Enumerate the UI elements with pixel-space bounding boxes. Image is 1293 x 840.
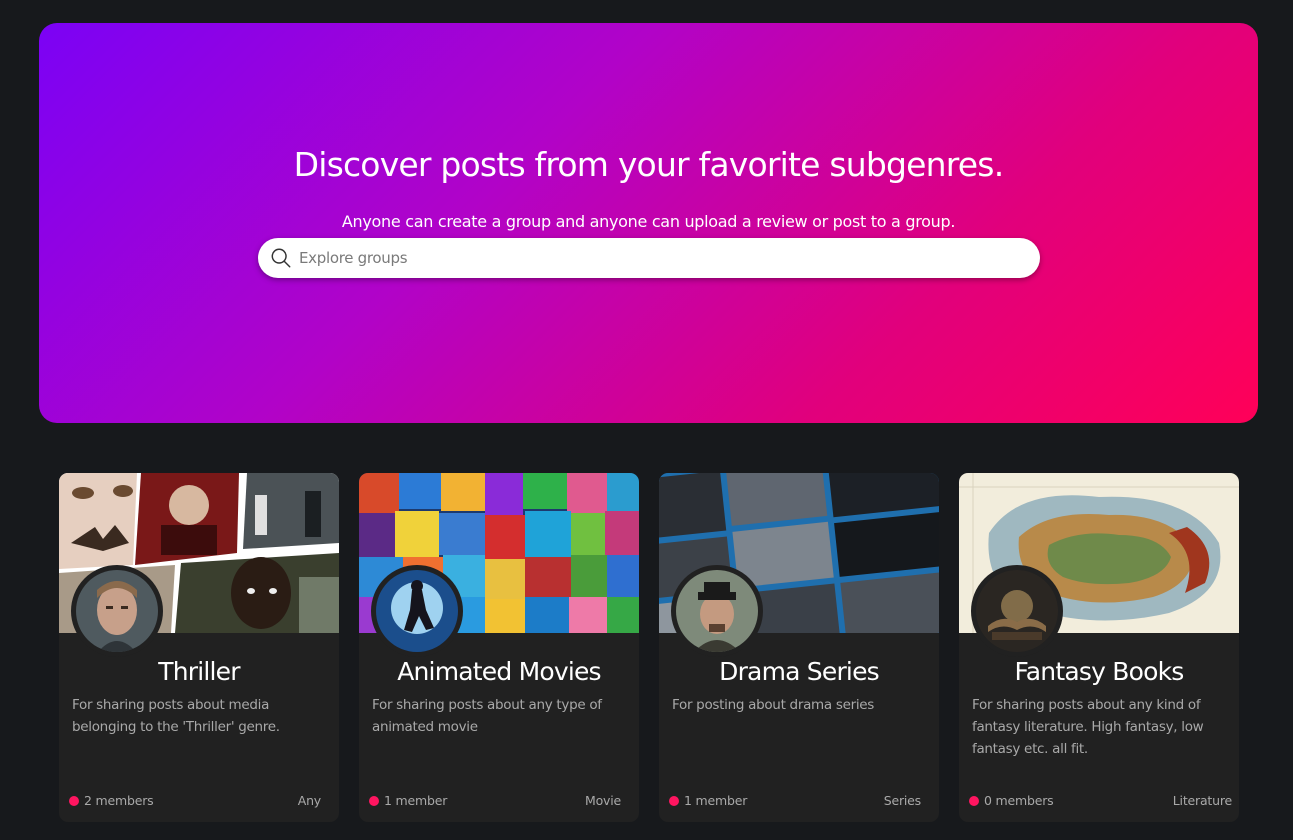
member-count-label: 2 members [84, 793, 154, 808]
group-category: Literature [1172, 793, 1232, 808]
group-card-animated-movies[interactable]: Animated Movies For sharing posts about … [359, 473, 639, 822]
member-count-label: 1 member [384, 793, 448, 808]
status-dot-icon [69, 795, 79, 806]
group-footer: 0 members Literature [969, 793, 1232, 808]
group-category: Series [883, 793, 921, 808]
search-icon[interactable] [270, 247, 292, 269]
group-avatar [71, 565, 163, 657]
group-avatar [971, 565, 1063, 657]
group-category: Movie [585, 793, 621, 808]
group-footer: 1 member Series [669, 793, 921, 808]
group-title[interactable]: Animated Movies [359, 657, 639, 686]
member-count-label: 1 member [684, 793, 748, 808]
status-dot-icon [669, 795, 679, 806]
group-title[interactable]: Fantasy Books [959, 657, 1239, 686]
group-title[interactable]: Drama Series [659, 657, 939, 686]
group-card-fantasy-books[interactable]: Fantasy Books For sharing posts about an… [959, 473, 1239, 822]
group-card-drama-series[interactable]: Drama Series For posting about drama ser… [659, 473, 939, 822]
group-footer: 1 member Movie [369, 793, 621, 808]
group-footer: 2 members Any [69, 793, 321, 808]
hero-banner: Discover posts from your favorite subgen… [39, 23, 1258, 423]
group-description: For sharing posts about any type of anim… [372, 697, 602, 735]
group-description: For posting about drama series [672, 697, 875, 713]
hero-subtitle: Anyone can create a group and anyone can… [341, 212, 956, 231]
member-count: 1 member [669, 793, 747, 808]
member-count: 0 members [969, 793, 1054, 808]
status-dot-icon [369, 795, 379, 806]
search-bar[interactable] [258, 238, 1040, 278]
group-category: Any [297, 793, 321, 808]
member-count: 1 member [369, 793, 447, 808]
status-dot-icon [969, 795, 979, 806]
search-input[interactable] [299, 249, 999, 267]
group-description: For sharing posts about any kind of fant… [972, 697, 1204, 757]
member-count-label: 0 members [984, 793, 1054, 808]
member-count: 2 members [69, 793, 154, 808]
group-title[interactable]: Thriller [59, 657, 339, 686]
group-card-thriller[interactable]: Thriller For sharing posts about media b… [59, 473, 339, 822]
group-avatar [371, 565, 463, 657]
group-avatar [671, 565, 763, 657]
hero-title: Discover posts from your favorite subgen… [293, 145, 1005, 184]
group-description: For sharing posts about media belonging … [72, 697, 280, 735]
